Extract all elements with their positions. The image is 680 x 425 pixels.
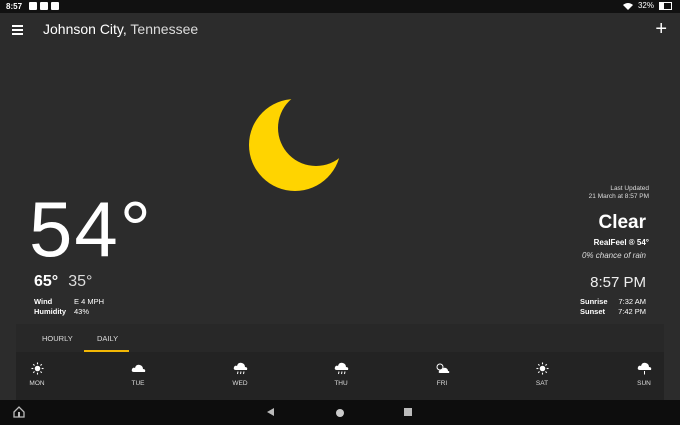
battery-icon [659, 1, 672, 10]
sunset-value: 7:42 PM [618, 307, 646, 316]
sunset-label: Sunset [580, 307, 606, 316]
day-label: TUE [131, 380, 145, 387]
menu-icon [12, 25, 23, 27]
last-updated-value: 21 March at 8:57 PM [588, 193, 649, 200]
status-bar: 8:57 32% [0, 0, 680, 13]
day-label: FRI [436, 380, 448, 387]
day-item[interactable]: WED [225, 362, 255, 387]
cloud-rain-icon [334, 362, 348, 375]
last-updated-label: Last Updated [610, 185, 649, 192]
local-time: 8:57 PM [590, 274, 646, 291]
recents-button[interactable] [404, 408, 412, 416]
sunrise-value: 7:32 AM [618, 297, 646, 306]
region-name: Tennessee [126, 21, 199, 37]
day-label: MON [29, 380, 45, 387]
cloud-icon [131, 364, 145, 372]
day-label: SUN [637, 380, 651, 387]
day-item[interactable]: SUN [629, 362, 659, 387]
wind-value: E 4 MPH [74, 297, 105, 306]
moon-icon [249, 99, 341, 191]
day-label: THU [334, 380, 348, 387]
partly-cloudy-icon [436, 363, 449, 373]
menu-icon-bar [12, 29, 23, 31]
navigation-bar [0, 400, 680, 425]
current-temperature: 54° [29, 185, 153, 273]
rain-chance: 0% chance of rain [581, 251, 646, 260]
condition-text: Clear [598, 212, 646, 233]
forecast-panel: HOURLY DAILY MON TUE WED THU FRI SAT SUN [16, 324, 664, 400]
high-low: 65° 35° [34, 273, 92, 291]
app-bar: Johnson City, Tennessee + [0, 13, 680, 47]
sun-icon [30, 362, 44, 375]
notification-icons [29, 2, 59, 10]
day-label: WED [232, 380, 248, 387]
cloud-rain-icon [233, 362, 247, 375]
weather-details: Wind E 4 MPH Humidity 43% [34, 297, 104, 317]
realfeel-text: RealFeel ® 54° [593, 238, 649, 247]
app-notification-icon [51, 2, 59, 10]
day-item[interactable]: THU [326, 362, 356, 387]
last-updated: Last Updated 21 March at 8:57 PM [589, 185, 649, 201]
day-item[interactable]: SAT [527, 362, 557, 387]
status-right: 32% [622, 1, 672, 10]
forecast-tabs: HOURLY DAILY [16, 324, 664, 352]
day-label: SAT [535, 380, 549, 387]
menu-button[interactable] [11, 24, 25, 36]
wifi-icon [622, 2, 633, 10]
location-title[interactable]: Johnson City, Tennessee [43, 21, 198, 37]
battery-percent: 32% [637, 1, 654, 10]
high-temperature: 65° [34, 273, 59, 290]
city-name: Johnson City, [43, 21, 127, 37]
add-location-button[interactable]: + [655, 19, 667, 39]
active-tab-indicator [84, 350, 129, 352]
sunrise-label: Sunrise [580, 297, 608, 306]
day-item[interactable]: FRI [427, 362, 457, 387]
home-button[interactable] [336, 409, 344, 417]
humidity-value: 43% [74, 307, 90, 316]
back-button[interactable] [267, 408, 274, 416]
status-time: 8:57 [6, 2, 23, 11]
tab-daily[interactable]: DAILY [97, 334, 118, 343]
photo-notification-icon [29, 2, 37, 10]
wind-label: Wind [34, 297, 53, 306]
play-notification-icon [40, 2, 48, 10]
sun-times: Sunrise 7:32 AM Sunset 7:42 PM [580, 297, 646, 317]
tab-hourly[interactable]: HOURLY [42, 334, 73, 343]
low-temperature: 35° [68, 273, 93, 290]
day-item[interactable]: TUE [123, 362, 153, 387]
humidity-label: Humidity [34, 307, 67, 316]
menu-icon-bar [12, 33, 23, 35]
cloud-rain-icon [637, 362, 651, 375]
home-shortcut-icon[interactable] [13, 406, 25, 418]
day-item[interactable]: MON [22, 362, 52, 387]
sun-icon [535, 362, 549, 375]
